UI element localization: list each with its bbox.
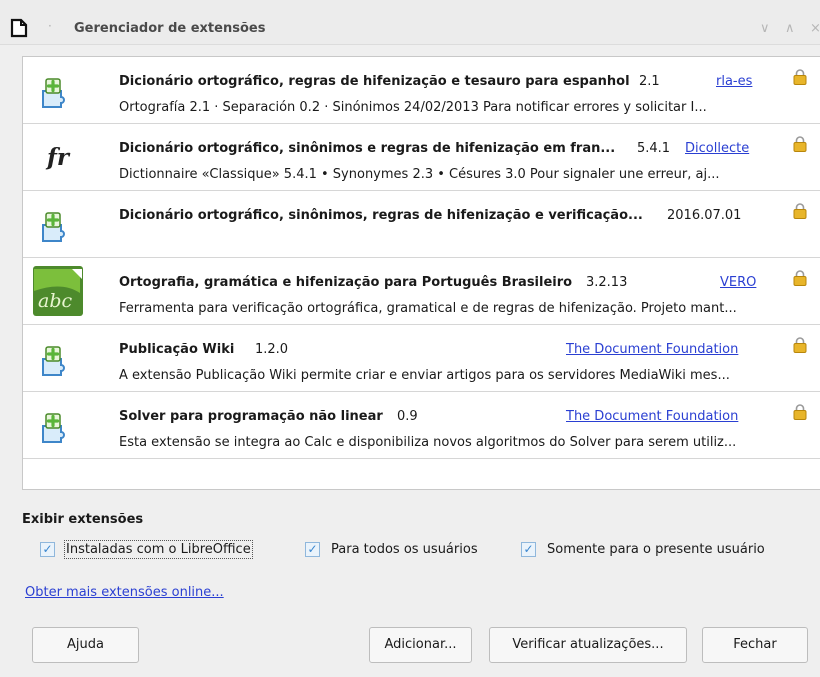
show-extensions-label: Exibir extensões — [22, 512, 144, 527]
extension-description: Esta extensão se integra ao Calc e dispo… — [119, 435, 737, 450]
check-updates-button[interactable]: Verificar atualizações... — [489, 627, 687, 663]
extension-name: Ortografia, gramática e hifenização para… — [119, 275, 573, 290]
puzzle-piece-icon — [39, 209, 73, 243]
extension-item-wiki-publisher[interactable]: Publicação Wiki 1.2.0 The Document Found… — [23, 325, 820, 392]
document-app-icon — [10, 18, 28, 38]
filter-installed-with-libreoffice[interactable]: ✓ Instaladas com o LibreOffice — [40, 540, 290, 560]
puzzle-piece-icon — [39, 410, 73, 444]
extension-item-spanish-dictionary[interactable]: Dicionário ortográfico, regras de hifeni… — [23, 57, 820, 124]
lock-icon — [793, 135, 807, 152]
extension-item-vero[interactable]: abc Ortografia, gramática e hifenização … — [23, 258, 820, 325]
checkbox-current-user[interactable]: ✓ — [521, 542, 536, 557]
lock-icon — [793, 403, 807, 420]
puzzle-piece-icon — [39, 343, 73, 377]
get-more-extensions-link[interactable]: Obter mais extensões online... — [25, 585, 224, 600]
extension-publisher-link[interactable]: VERO — [720, 275, 756, 290]
extension-item-solver[interactable]: Solver para programação não linear 0.9 T… — [23, 392, 820, 459]
extension-version: 2.1 — [639, 74, 660, 89]
close-window-button[interactable]: × — [810, 21, 820, 36]
lock-icon — [793, 336, 807, 353]
extension-version: 1.2.0 — [255, 342, 289, 357]
extension-version: 2016.07.01 — [667, 208, 742, 223]
abc-vero-icon: abc — [33, 266, 83, 316]
extension-publisher-link[interactable]: rla-es — [716, 74, 752, 89]
extension-description: A extensão Publicação Wiki permite criar… — [119, 368, 730, 383]
extension-item-portuguese-dictionary[interactable]: Dicionário ortográfico, sinônimos, regra… — [23, 191, 820, 258]
extension-version: 3.2.13 — [586, 275, 628, 290]
minimize-button[interactable]: ∨ — [760, 21, 770, 36]
close-button[interactable]: Fechar — [702, 627, 808, 663]
add-button[interactable]: Adicionar... — [369, 627, 472, 663]
lock-icon — [793, 269, 807, 286]
puzzle-piece-icon — [39, 75, 73, 109]
extension-name: Dicionário ortográfico, regras de hifeni… — [119, 74, 630, 89]
window-title: Gerenciador de extensões — [74, 21, 266, 36]
checkbox-all-users[interactable]: ✓ — [305, 542, 320, 557]
checkbox-label: Instaladas com o LibreOffice — [64, 540, 253, 559]
help-button[interactable]: Ajuda — [32, 627, 139, 663]
extension-list[interactable]: Dicionário ortográfico, regras de hifeni… — [22, 56, 820, 490]
extension-version: 0.9 — [397, 409, 418, 424]
extension-publisher-link[interactable]: Dicollecte — [685, 141, 749, 156]
extension-description: Dictionnaire «Classique» 5.4.1 • Synonym… — [119, 167, 720, 182]
extension-name: Publicação Wiki — [119, 342, 235, 357]
fr-language-icon: fr — [47, 144, 70, 171]
filter-all-users[interactable]: ✓ Para todos os usuários — [305, 540, 505, 560]
title-separator: · — [48, 19, 52, 33]
lock-icon — [793, 68, 807, 85]
extension-item-french-dictionary[interactable]: fr Dicionário ortográfico, sinônimos e r… — [23, 124, 820, 191]
checkbox-installed[interactable]: ✓ — [40, 542, 55, 557]
extension-publisher-link[interactable]: The Document Foundation — [566, 342, 738, 357]
lock-icon — [793, 202, 807, 219]
checkbox-label: Para todos os usuários — [331, 542, 478, 557]
extension-description: Ferramenta para verificação ortográfica,… — [119, 301, 737, 316]
filter-current-user[interactable]: ✓ Somente para o presente usuário — [521, 540, 811, 560]
extension-publisher-link[interactable]: The Document Foundation — [566, 409, 738, 424]
extension-name: Solver para programação não linear — [119, 409, 383, 424]
checkbox-label: Somente para o presente usuário — [547, 542, 765, 557]
extension-name: Dicionário ortográfico, sinônimos, regra… — [119, 208, 643, 223]
window-titlebar: · Gerenciador de extensões ∨ ∧ × — [0, 0, 820, 45]
extension-version: 5.4.1 — [637, 141, 671, 156]
extension-description: Ortografía 2.1 · Separación 0.2 · Sinóni… — [119, 100, 707, 115]
extension-name: Dicionário ortográfico, sinônimos e regr… — [119, 141, 616, 156]
abc-icon-text: abc — [38, 290, 72, 312]
maximize-button[interactable]: ∧ — [785, 21, 795, 36]
